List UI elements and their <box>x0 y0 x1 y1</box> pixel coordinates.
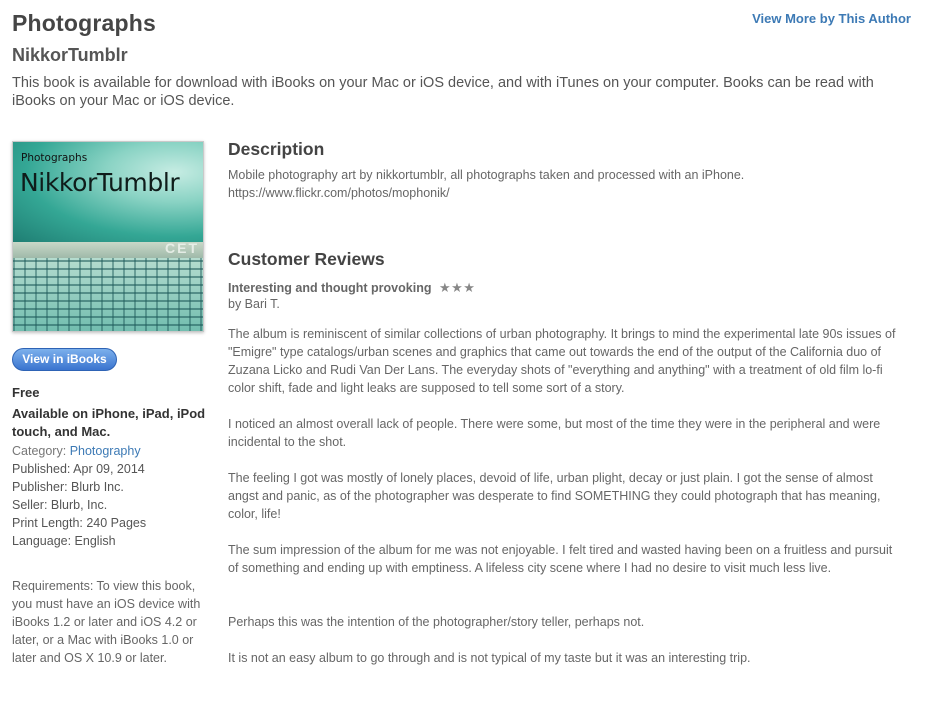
review-paragraph: The sum impression of the album for me w… <box>228 543 893 575</box>
description-text: Mobile photography art by nikkortumblr, … <box>228 166 908 202</box>
description-line: Mobile photography art by nikkortumblr, … <box>228 168 745 182</box>
description-heading: Description <box>228 139 325 159</box>
review-paragraph: It is not an easy album to go through an… <box>228 651 751 665</box>
book-cover: Photographs NikkorTumblr CET <box>12 141 204 332</box>
availability-notice: This book is available for download with… <box>12 75 874 109</box>
language: Language: English <box>12 534 116 548</box>
cover-kicker: Photographs <box>21 152 88 164</box>
view-more-by-author-link[interactable]: View More by This Author <box>752 11 911 26</box>
review-author: by Bari T. <box>228 297 280 311</box>
review-paragraph: I noticed an almost overall lack of peop… <box>228 417 881 449</box>
view-in-ibooks-button[interactable]: View in iBooks <box>12 348 117 371</box>
seller: Seller: Blurb, Inc. <box>12 498 108 512</box>
book-title: Photographs <box>12 10 157 36</box>
print-length: Print Length: 240 Pages <box>12 516 147 530</box>
category-row: Category: Photography <box>12 442 212 460</box>
category-link[interactable]: Photography <box>70 444 141 458</box>
star-rating: ★★★ <box>438 280 476 295</box>
price-label: Free <box>12 385 40 400</box>
device-availability: Available on iPhone, iPad, iPod touch, a… <box>12 406 206 439</box>
review-paragraph: Perhaps this was the intention of the ph… <box>228 615 645 629</box>
review-title: Interesting and thought provoking ★★★ <box>228 280 475 296</box>
cover-grid <box>13 258 203 331</box>
cover-sign: CET <box>165 240 199 256</box>
requirements: Requirements: To view this book, you mus… <box>12 579 201 665</box>
review-title-text: Interesting and thought provoking <box>228 281 432 295</box>
review-paragraph: The album is reminiscent of similar coll… <box>228 327 896 395</box>
publisher: Publisher: Blurb Inc. <box>12 480 124 494</box>
author-name: NikkorTumblr <box>12 45 128 65</box>
category-label: Category: <box>12 444 67 458</box>
description-url: https://www.flickr.com/photos/mophonik/ <box>228 186 450 200</box>
customer-reviews-heading: Customer Reviews <box>228 249 385 269</box>
review-paragraph: The feeling I got was mostly of lonely p… <box>228 471 881 521</box>
published-date: Published: Apr 09, 2014 <box>12 462 145 476</box>
cover-name: NikkorTumblr <box>20 168 180 197</box>
